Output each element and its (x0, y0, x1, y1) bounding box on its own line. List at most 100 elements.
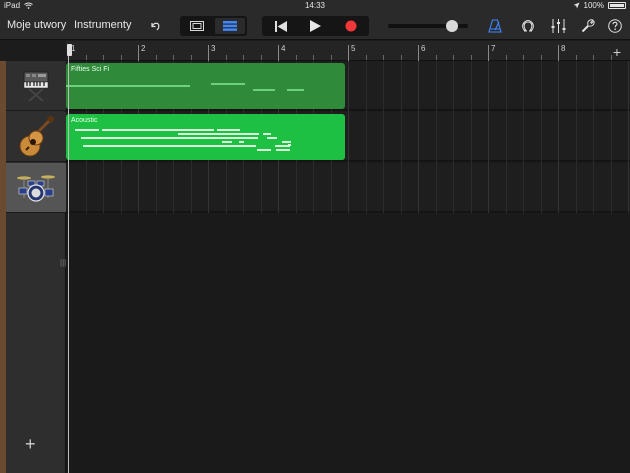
loop-browser-button[interactable] (519, 16, 537, 36)
mixer-button[interactable] (549, 16, 567, 36)
metronome-button[interactable] (486, 16, 504, 36)
track-header-keyboard[interactable] (6, 61, 66, 111)
empty-track-area[interactable] (66, 214, 630, 473)
instrument-view-button[interactable] (182, 18, 212, 34)
region-fifties-sci-fi[interactable]: Fifties Sci Fi (66, 63, 345, 109)
add-track-button[interactable]: + (25, 434, 36, 455)
midi-note (276, 149, 290, 151)
grid-line (558, 61, 559, 213)
midi-note (240, 145, 256, 147)
timeline-ruler[interactable]: 12345678 (66, 41, 630, 61)
ruler-beat-tick (243, 55, 244, 60)
midi-note (282, 141, 291, 143)
ruler-beat-tick (295, 55, 297, 60)
toolbar: Moje utwory Instrumenty (0, 12, 630, 40)
rewind-button[interactable] (268, 18, 294, 34)
record-button[interactable] (338, 18, 364, 34)
midi-note (196, 129, 214, 131)
grid-line (506, 61, 507, 213)
ruler-beat-tick (435, 55, 437, 60)
grid-line (576, 61, 577, 213)
grid-line (436, 61, 437, 213)
synth-keyboard-icon (23, 71, 49, 102)
ruler-beat-tick (593, 55, 594, 60)
region-acoustic[interactable]: Acoustic (66, 114, 345, 160)
ruler-beat-tick (453, 55, 454, 60)
midi-note (75, 129, 99, 131)
track-header-drums[interactable] (6, 163, 66, 213)
add-section-button[interactable]: + (607, 44, 627, 60)
wrench-icon (581, 19, 595, 33)
grid-line (418, 61, 419, 213)
ruler-beat-tick (365, 55, 367, 60)
midi-note (206, 137, 258, 139)
ruler-bar-number: 5 (351, 44, 356, 53)
midi-note (175, 145, 243, 147)
ruler-bar-number: 6 (421, 44, 426, 53)
midi-note (255, 133, 259, 135)
ruler-bar-number: 3 (211, 44, 216, 53)
help-icon (608, 19, 622, 33)
ruler-bar-tick (348, 45, 349, 61)
grid-line (488, 61, 489, 213)
ruler-bar-number: 2 (141, 44, 146, 53)
ruler-bar-number: 7 (491, 44, 496, 53)
clock: 14:33 (304, 1, 326, 10)
track-header-guitar[interactable] (6, 112, 66, 162)
drum-kit-icon (17, 174, 55, 202)
ruler-beat-tick (470, 55, 472, 60)
ruler-beat-tick (313, 55, 314, 60)
garageband-screen: iPad 14:33 100% Moje utwory Instrumenty (0, 0, 630, 473)
tracks-area[interactable]: Fifties Sci Fi Acoustic (66, 61, 630, 473)
ruler-beat-tick (225, 55, 227, 60)
instruments-button[interactable]: Instrumenty (74, 19, 131, 31)
location-icon (573, 2, 580, 9)
go-to-start-icon (275, 20, 287, 32)
ruler-beat-tick (330, 55, 332, 60)
ruler-beat-tick (400, 55, 402, 60)
ruler-beat-tick (505, 55, 507, 60)
undo-button[interactable] (146, 16, 164, 36)
playhead[interactable] (67, 44, 72, 56)
midi-note (102, 129, 196, 131)
midi-note (257, 149, 271, 151)
ruler-bar-tick (418, 45, 419, 61)
midi-note (178, 133, 255, 135)
battery-icon (608, 2, 626, 9)
my-songs-button[interactable]: Moje utwory (7, 19, 66, 31)
play-button[interactable] (302, 18, 328, 34)
ruler-beat-tick (260, 55, 262, 60)
playhead-line (68, 56, 69, 473)
master-volume-slider[interactable] (388, 20, 468, 32)
midi-note (81, 137, 206, 139)
midi-note (222, 141, 232, 143)
ruler-bar-number: 4 (281, 44, 286, 53)
record-icon (345, 20, 357, 32)
ruler-bar-tick (208, 45, 209, 61)
undo-icon (151, 22, 160, 31)
settings-button[interactable] (579, 16, 597, 36)
midi-note (288, 144, 291, 146)
loop-icon (522, 20, 534, 32)
midi-note (66, 85, 190, 87)
help-button[interactable] (606, 16, 624, 36)
ruler-beat-tick (523, 55, 524, 60)
ruler-beat-tick (173, 55, 174, 60)
ruler-beat-tick (85, 55, 87, 60)
midi-note (253, 89, 275, 91)
volume-thumb[interactable] (446, 20, 458, 32)
midi-note (217, 129, 240, 131)
film-strip-icon (190, 21, 204, 31)
tracks-view-button[interactable] (215, 18, 245, 34)
grid-line (593, 61, 594, 213)
battery-percent: 100% (583, 1, 604, 10)
tracks-list-icon (223, 21, 237, 31)
grid-line (453, 61, 454, 213)
ruler-bar-tick (558, 45, 559, 61)
grid-line (628, 61, 629, 213)
midi-note (287, 89, 304, 91)
grid-line (383, 61, 384, 213)
ruler-beat-tick (383, 55, 384, 60)
transport-controls (262, 16, 369, 36)
midi-note (267, 137, 277, 139)
